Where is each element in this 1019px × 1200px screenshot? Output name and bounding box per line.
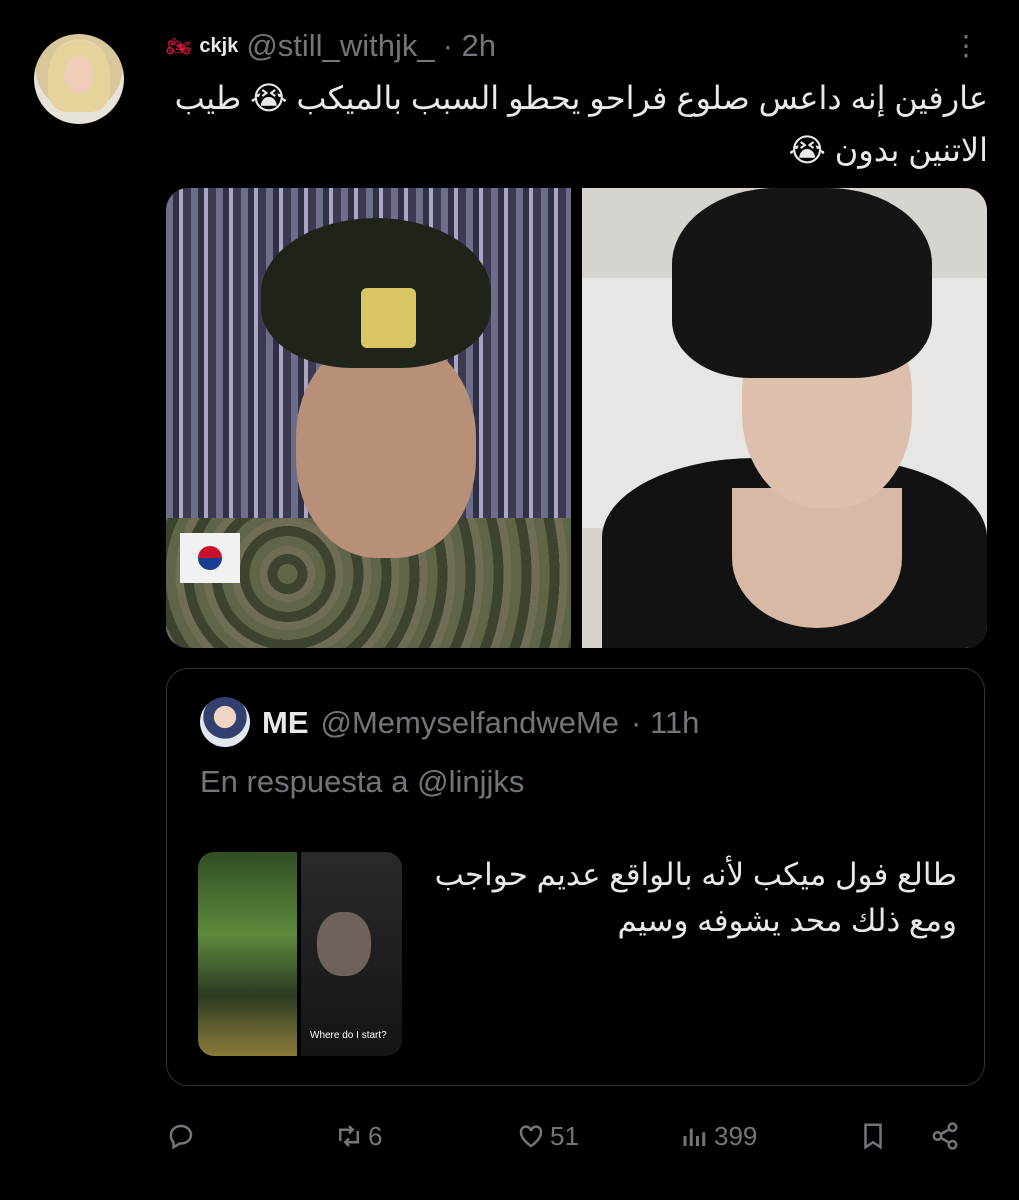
quoted-media-face bbox=[317, 912, 371, 976]
image-neck bbox=[732, 488, 902, 628]
retweet-icon bbox=[339, 1125, 359, 1147]
retweet-count: 6 bbox=[368, 1120, 383, 1151]
view-count: 399 bbox=[714, 1120, 758, 1151]
views-icon bbox=[683, 1128, 706, 1146]
tweet-header: 🏍 ckjk @still_withjk_ · 2h bbox=[166, 24, 496, 68]
more-icon[interactable]: ⋮ bbox=[952, 26, 980, 66]
name-emoji: 🏍 bbox=[166, 35, 192, 58]
quoted-text: طالع فول ميكب لأنه بالواقع عديم حواجب وم… bbox=[434, 857, 957, 938]
share-button[interactable] bbox=[930, 1116, 960, 1156]
display-name[interactable]: ckjk bbox=[199, 35, 238, 58]
quoted-display-name: ME bbox=[262, 705, 309, 740]
quoted-media-left bbox=[198, 852, 297, 1056]
views-button[interactable]: 399 bbox=[680, 1116, 757, 1156]
author-avatar[interactable] bbox=[34, 34, 124, 124]
reply-button[interactable] bbox=[166, 1116, 200, 1156]
bookmark-icon bbox=[864, 1123, 882, 1150]
tweet-text: عارفين إنه داعس صلوع فراحو يحطو السبب با… bbox=[174, 80, 988, 168]
share-icon bbox=[932, 1122, 958, 1150]
avatar-face bbox=[64, 56, 94, 94]
quoted-handle: @MemyselfandweMe bbox=[320, 705, 620, 740]
quoted-media-right bbox=[301, 852, 402, 1056]
handle[interactable]: @still_withjk_ bbox=[246, 28, 434, 64]
like-icon bbox=[519, 1125, 543, 1148]
like-count: 51 bbox=[550, 1120, 579, 1151]
quoted-media: Where do I start? bbox=[198, 852, 402, 1056]
quoted-timestamp: · 11h bbox=[631, 705, 700, 740]
retweet-button[interactable]: 6 bbox=[334, 1116, 382, 1156]
image-badge bbox=[361, 288, 416, 348]
image-face bbox=[296, 338, 476, 558]
quoted-avatar bbox=[200, 697, 250, 747]
image-hair bbox=[672, 188, 932, 378]
bookmark-button[interactable] bbox=[858, 1116, 888, 1156]
image-flag bbox=[180, 533, 240, 583]
tweet-image-right[interactable] bbox=[582, 188, 987, 648]
timestamp[interactable]: · 2h bbox=[443, 28, 496, 64]
quoted-header: ME @MemyselfandweMe · 11h bbox=[262, 700, 699, 746]
reply-icon bbox=[169, 1124, 193, 1150]
tweet-image-left[interactable] bbox=[166, 188, 571, 648]
like-button[interactable]: 51 bbox=[516, 1116, 579, 1156]
quoted-media-caption: Where do I start? bbox=[310, 1030, 387, 1041]
quoted-reply-to: En respuesta a @linjjks bbox=[200, 764, 525, 799]
